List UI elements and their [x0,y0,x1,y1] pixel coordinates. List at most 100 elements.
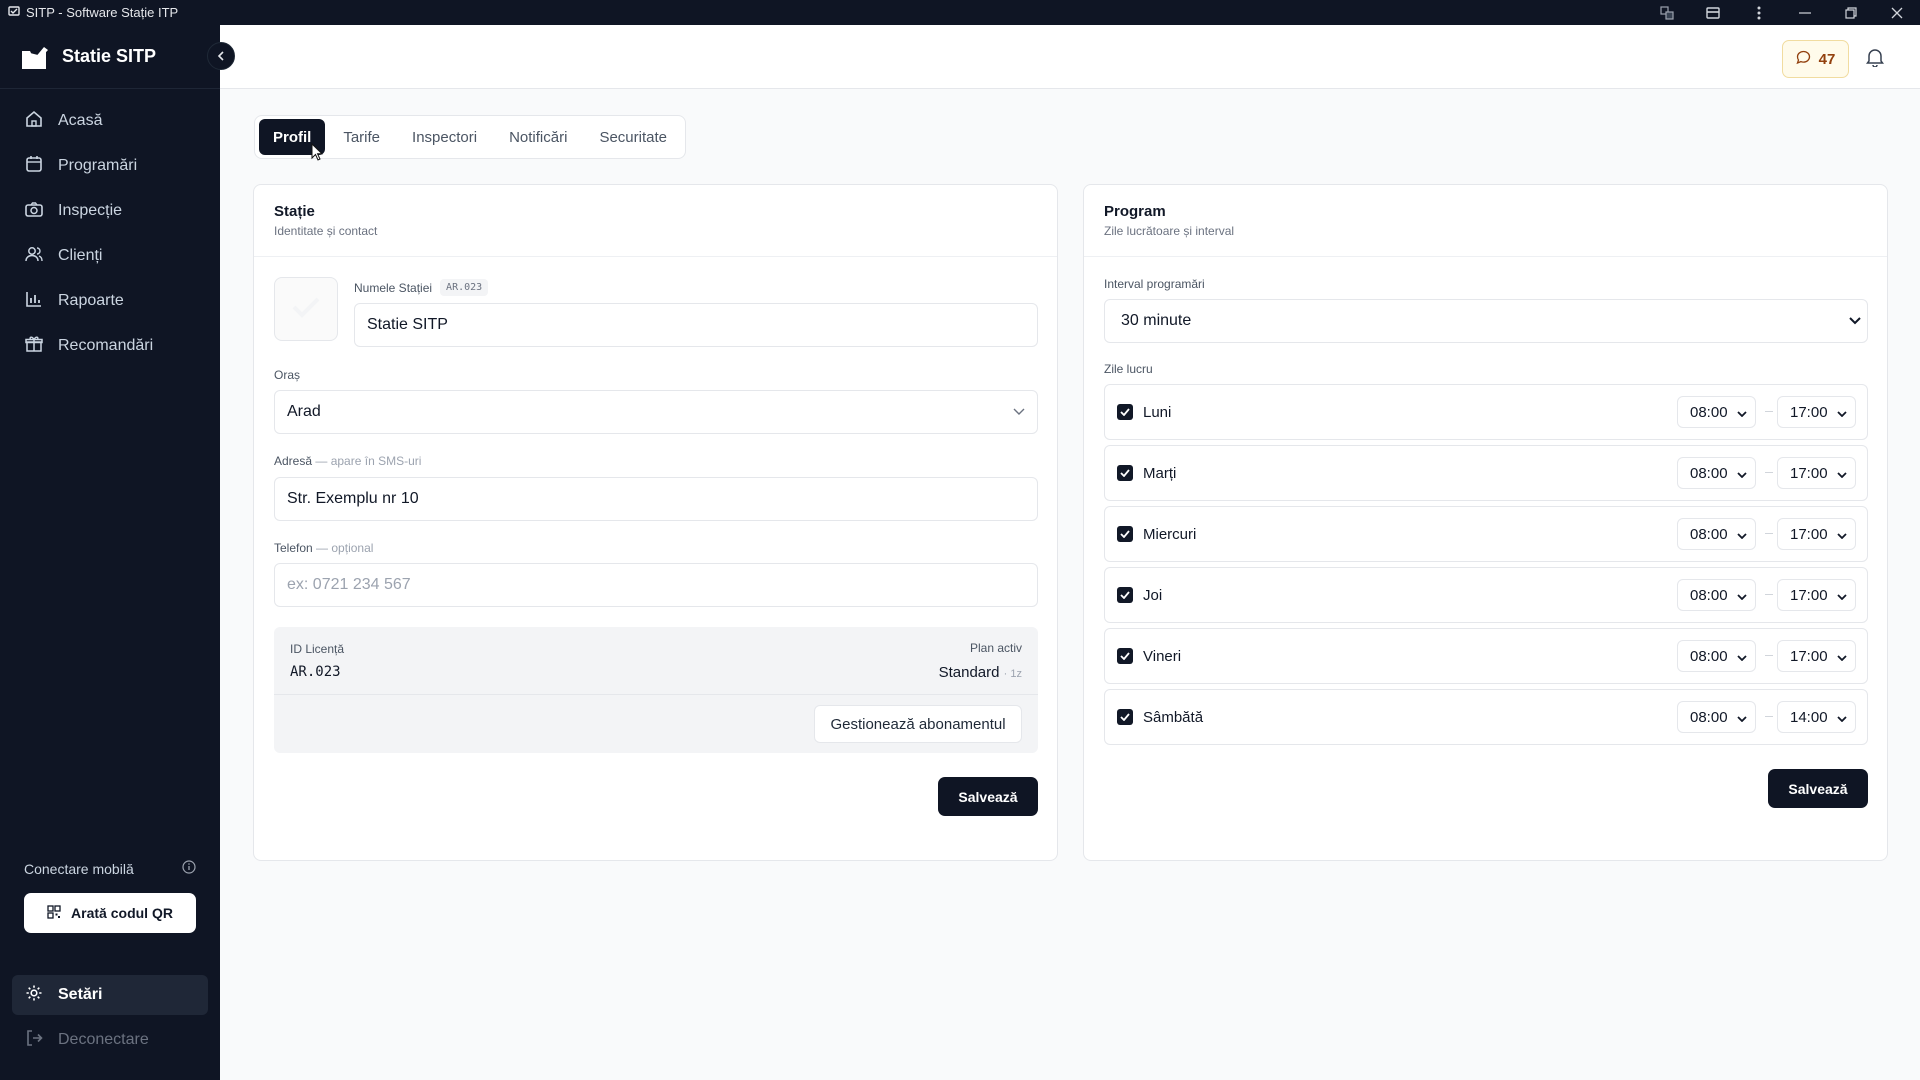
save-station-button[interactable]: Salvează [938,777,1038,816]
day-checkbox[interactable] [1117,587,1133,603]
close-icon[interactable] [1874,0,1920,25]
sidebar-item-label: Recomandări [58,337,154,354]
day-checkbox[interactable] [1117,709,1133,725]
tab-tarife[interactable]: Tarife [329,119,394,155]
brand-name: Statie SITP [62,46,157,66]
more-vertical-icon[interactable] [1736,0,1782,25]
save-program-button[interactable]: Salvează [1768,769,1868,808]
chevron-down-icon [1837,709,1847,726]
manage-subscription-button[interactable]: Gestionează abonamentul [814,705,1022,743]
end-time-select[interactable]: 14:00 [1777,701,1856,733]
plan-suffix: · 1z [1003,668,1022,680]
sidebar-item-clienti[interactable]: Clienți [12,236,208,276]
day-checkbox[interactable] [1117,404,1133,420]
time-separator [1765,594,1773,595]
chevron-down-icon [1837,648,1847,665]
info-icon[interactable] [182,860,196,877]
chevron-left-icon [217,51,224,61]
users-icon [24,244,44,269]
day-row-miercuri: Miercuri 08:00 17:00 [1104,506,1868,562]
license-label: ID Licență [290,642,345,656]
checkmark-placeholder-icon [291,295,321,324]
end-time-select[interactable]: 17:00 [1777,457,1856,489]
program-card-header: Program Zile lucrătoare și interval [1084,185,1887,257]
logout-icon [24,1028,44,1053]
sidebar-item-label: Rapoarte [58,292,124,309]
home-icon [24,109,44,134]
day-name: Vineri [1143,647,1182,665]
start-time-value: 08:00 [1690,525,1728,543]
day-name: Sâmbătă [1143,708,1204,726]
qr-code-icon [47,904,61,922]
bar-chart-icon [24,289,44,314]
start-time-select[interactable]: 08:00 [1677,457,1756,489]
end-time-value: 17:00 [1790,403,1828,421]
card-icon[interactable] [1690,0,1736,25]
translate-icon[interactable] [1644,0,1690,25]
end-time-value: 17:00 [1790,464,1828,482]
address-hint: — apare în SMS-uri [315,454,422,468]
sidebar-item-recomandari[interactable]: Recomandări [12,326,208,366]
end-time-value: 17:00 [1790,525,1828,543]
window-controls [1644,0,1920,25]
day-checkbox[interactable] [1117,526,1133,542]
day-checkbox[interactable] [1117,465,1133,481]
end-time-select[interactable]: 17:00 [1777,396,1856,428]
station-name-input[interactable]: Statie SITP [354,303,1038,347]
sidebar-item-programari[interactable]: Programări [12,146,208,186]
start-time-select[interactable]: 08:00 [1677,701,1756,733]
sidebar-item-inspectie[interactable]: Inspecție [12,191,208,231]
end-time-select[interactable]: 17:00 [1777,640,1856,672]
sidebar-nav: Acasă Programări Inspecție Clienți Rapoa… [0,89,220,366]
station-card: Stație Identitate și contact Numele Staț… [253,184,1058,861]
plan-info: Standard · 1z [939,664,1022,681]
chevron-down-icon [1737,709,1747,726]
minimize-icon[interactable] [1782,0,1828,25]
city-select[interactable]: Arad [274,390,1038,434]
sidebar-item-deconectare[interactable]: Deconectare [12,1020,208,1060]
phone-input[interactable]: ex: 0721 234 567 [274,563,1038,607]
city-value: Arad [287,403,321,420]
day-checkbox[interactable] [1117,648,1133,664]
sidebar-item-label: Setări [58,986,103,1003]
tab-securitate[interactable]: Securitate [585,119,681,155]
start-time-select[interactable]: 08:00 [1677,396,1756,428]
tab-inspectori[interactable]: Inspectori [398,119,491,155]
sidebar-item-setari[interactable]: Setări [12,975,208,1015]
time-separator [1765,533,1773,534]
station-card-title: Stație [274,203,315,220]
sidebar-collapse-button[interactable] [207,42,235,70]
start-time-value: 08:00 [1690,403,1728,421]
end-time-select[interactable]: 17:00 [1777,518,1856,550]
brand[interactable]: Statie SITP [0,25,220,89]
start-time-select[interactable]: 08:00 [1677,518,1756,550]
program-card-subtitle: Zile lucrătoare și interval [1104,224,1235,238]
chevron-down-icon [1837,526,1847,543]
address-input[interactable]: Str. Exemplu nr 10 [274,477,1038,521]
license-value: AR.023 [290,664,341,680]
start-time-select[interactable]: 08:00 [1677,640,1756,672]
sidebar-item-rapoarte[interactable]: Rapoarte [12,281,208,321]
interval-value: 30 minute [1121,312,1192,329]
plan-value: Standard [938,664,1000,681]
end-time-select[interactable]: 17:00 [1777,579,1856,611]
station-logo-upload[interactable] [274,277,338,341]
restore-icon[interactable] [1828,0,1874,25]
program-card: Program Zile lucrătoare și interval Inte… [1083,184,1888,861]
sidebar-item-acasa[interactable]: Acasă [12,101,208,141]
chevron-down-icon [1737,587,1747,604]
show-qr-button[interactable]: Arată codul QR [24,893,196,933]
address-label: Adresă — apare în SMS-uri [274,454,421,468]
station-card-header: Stație Identitate și contact [254,185,1057,257]
camera-icon [24,199,44,224]
window-title-area: SITP - Software Stație ITP [0,5,178,20]
interval-select[interactable]: 30 minute [1104,299,1868,343]
interval-label: Interval programări [1104,277,1205,291]
app-icon [8,5,20,20]
chevron-down-icon [1737,404,1747,421]
bell-icon[interactable] [1866,47,1884,72]
tab-notificari[interactable]: Notificări [495,119,581,155]
messages-button[interactable]: 47 [1782,40,1849,78]
station-card-subtitle: Identitate și contact [274,224,378,238]
start-time-select[interactable]: 08:00 [1677,579,1756,611]
